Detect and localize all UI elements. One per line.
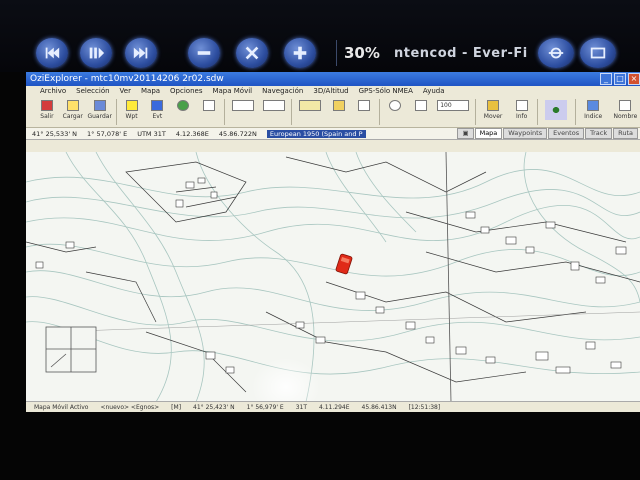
layers-icon (358, 100, 371, 111)
maximize-button[interactable]: □ (614, 73, 626, 85)
cursor-latitude: 41° 25,533' N (32, 129, 78, 138)
layers-button[interactable] (354, 97, 376, 113)
info-icon (515, 100, 528, 111)
copy-icon (415, 100, 428, 111)
plus-tool-icon (203, 100, 216, 111)
gps-longitude: 1° 56,979' E (246, 403, 284, 411)
previous-icon[interactable] (36, 38, 68, 68)
track-tool-button[interactable] (296, 97, 323, 113)
utm-easting: 4.12.368E (175, 129, 209, 138)
pan-arrows-icon (545, 100, 568, 120)
gps-zone: 31T (295, 403, 308, 411)
range-tool-button[interactable] (260, 97, 287, 113)
menu-gps-nmea[interactable]: GPS-Sólo NMEA (359, 86, 413, 97)
toolbar: Salir Cargar Guardar Wpt Evt 100 Mover I… (26, 97, 640, 128)
names-button[interactable]: Nombre (611, 97, 640, 120)
status-indicator: [M] (171, 403, 182, 411)
line-tool-icon (231, 100, 254, 111)
menu-seleccion[interactable]: Selección (76, 86, 109, 97)
tab-track[interactable]: Track (585, 128, 613, 139)
menu-bar: Archivo Selección Ver Mapa Opciones Mapa… (26, 86, 640, 97)
play-pause-icon[interactable] (80, 38, 112, 68)
menu-opciones[interactable]: Opciones (170, 86, 202, 97)
status-track: <nuevo> <Egnos> (100, 403, 160, 411)
zoom-readout: 30% (344, 44, 380, 62)
range-tool-icon (262, 100, 285, 111)
tab-ruta[interactable]: Ruta (613, 128, 638, 139)
window-title: OziExplorer - mtc10mv20114206 2r02.sdw (30, 74, 224, 84)
minimize-button[interactable]: _ (600, 73, 612, 85)
tab-mapa[interactable]: Mapa (474, 128, 503, 139)
map-view[interactable] (26, 152, 640, 402)
top-bar-divider (336, 40, 337, 66)
save-button[interactable]: Guardar (87, 97, 112, 120)
plus-tool-button[interactable] (198, 97, 220, 113)
menu-ver[interactable]: Ver (120, 86, 131, 97)
gps-time: [12:51:38] (408, 403, 441, 411)
gps-icon[interactable] (538, 38, 574, 68)
circle-tool-button[interactable] (172, 97, 194, 113)
close-button[interactable]: × (628, 73, 640, 85)
map-legend-box (45, 326, 97, 373)
ticker-text: ntencod - Ever-Fi (394, 46, 528, 61)
copy-button[interactable] (410, 97, 432, 113)
find-button[interactable] (384, 97, 406, 113)
device-top-bar: 30% ntencod - Ever-Fi (0, 0, 640, 72)
tab-eventos[interactable]: Eventos (548, 128, 585, 139)
line-tool-button[interactable] (229, 97, 256, 113)
cursor-longitude: 1° 57,078' E (87, 129, 128, 138)
track-tool-icon (299, 100, 322, 111)
minus-icon[interactable] (188, 38, 220, 68)
folder-icon (66, 100, 79, 111)
menu-mapa-movil[interactable]: Mapa Móvil (212, 86, 252, 97)
gps-latitude: 41° 25,423' N (193, 403, 235, 411)
utm-northing: 45.86.722N (218, 129, 257, 138)
save-icon (93, 100, 106, 111)
coordinate-bar: 41° 25,533' N 1° 57,078' E UTM 31T 4.12.… (26, 128, 640, 140)
exit-icon (40, 100, 53, 111)
event-icon (151, 100, 164, 111)
pan-arrows-button[interactable] (541, 97, 570, 122)
window-title-bar: OziExplorer - mtc10mv20114206 2r02.sdw _… (26, 72, 640, 86)
status-bar: Mapa Móvil Activo <nuevo> <Egnos> [M] 41… (26, 401, 640, 412)
rotate-icon[interactable] (236, 38, 268, 68)
move-button[interactable]: Mover (479, 97, 506, 120)
waypoint-icon (125, 100, 138, 111)
next-icon[interactable] (125, 38, 157, 68)
menu-3d-altitud[interactable]: 3D/Altitud (313, 86, 348, 97)
circle-tool-icon (177, 100, 190, 111)
topographic-map (26, 152, 640, 402)
menu-mapa[interactable]: Mapa (141, 86, 160, 97)
gps-easting: 4.11.294E (319, 403, 350, 411)
index-button[interactable]: Indice (580, 97, 607, 120)
datum-label: European 1950 (Spain and P (266, 129, 366, 138)
grid-tool-button[interactable] (328, 97, 350, 113)
names-icon (619, 100, 632, 111)
move-icon (487, 100, 500, 111)
status-mode: Mapa Móvil Activo (34, 403, 89, 411)
monitor-icon[interactable]: ▣ (457, 128, 474, 139)
screen-icon[interactable] (580, 38, 616, 68)
zoom-select-value: 100 (437, 100, 470, 111)
magnifier-icon (389, 100, 402, 111)
ozi-window: OziExplorer - mtc10mv20114206 2r02.sdw _… (26, 72, 640, 412)
gps-northing: 45.86.413N (361, 403, 397, 411)
waypoint-button[interactable]: Wpt (121, 97, 143, 120)
menu-archivo[interactable]: Archivo (40, 86, 66, 97)
event-button[interactable]: Evt (146, 97, 168, 120)
load-button[interactable]: Cargar (62, 97, 84, 120)
grid-tool-icon (332, 100, 345, 111)
zoom-select[interactable]: 100 (436, 97, 471, 113)
tab-waypoints[interactable]: Waypoints (503, 128, 548, 139)
plus-icon[interactable] (284, 38, 316, 68)
info-button[interactable]: Info (511, 97, 533, 120)
menu-ayuda[interactable]: Ayuda (423, 86, 445, 97)
index-icon (587, 100, 600, 111)
exit-button[interactable]: Salir (36, 97, 58, 120)
utm-zone: UTM 31T (137, 129, 166, 138)
vehicle-marker (335, 253, 353, 275)
menu-navegacion[interactable]: Navegación (262, 86, 303, 97)
